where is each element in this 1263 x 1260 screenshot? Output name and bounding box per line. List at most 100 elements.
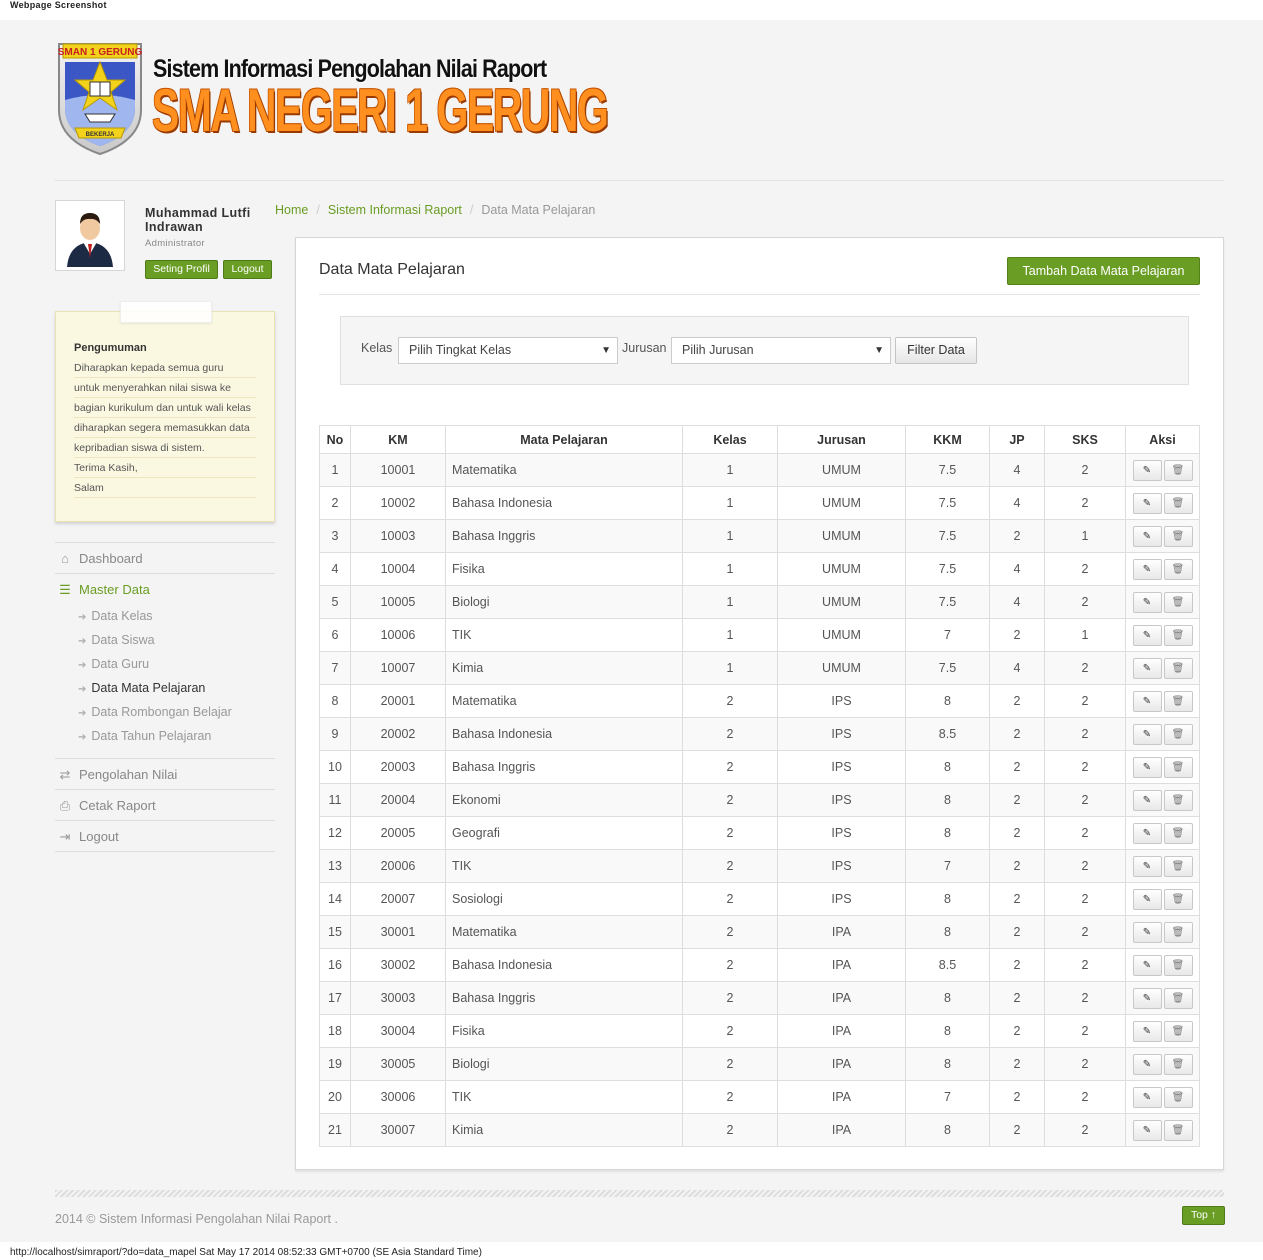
edit-button[interactable]: ✎ xyxy=(1132,591,1162,613)
edit-button[interactable]: ✎ xyxy=(1132,657,1162,679)
table-cell: 2 xyxy=(682,783,778,817)
sidebar-sub-data-guru[interactable]: ➔ Data Guru xyxy=(78,657,149,671)
sidebar-sub-data-tahun-pelajaran[interactable]: ➔ Data Tahun Pelajaran xyxy=(78,729,211,743)
edit-button[interactable]: ✎ xyxy=(1132,822,1162,844)
delete-button[interactable]: 🗑 xyxy=(1163,987,1193,1009)
trash-icon: 🗑 xyxy=(1171,464,1185,476)
jurusan-select[interactable]: Pilih Jurusan ▼ xyxy=(671,337,891,364)
capture-footer: http://localhost/simraport/?do=data_mape… xyxy=(0,1242,1263,1260)
table-cell: 8.5 xyxy=(905,948,990,982)
sidebar-item-pengolahan-nilai[interactable]: ⇄ Pengolahan Nilai xyxy=(55,758,275,789)
delete-button[interactable]: 🗑 xyxy=(1163,525,1193,547)
table-cell: Matematika xyxy=(445,453,683,487)
delete-button[interactable]: 🗑 xyxy=(1163,492,1193,514)
announcement-line: untuk menyerahkan nilai siswa ke xyxy=(74,378,256,398)
edit-button[interactable]: ✎ xyxy=(1132,492,1162,514)
delete-button[interactable]: 🗑 xyxy=(1163,657,1193,679)
sidebar-sub-data-rombongan-belajar[interactable]: ➔ Data Rombongan Belajar xyxy=(78,705,232,719)
table-cell: 8 xyxy=(905,816,990,850)
column-header[interactable]: KM xyxy=(350,425,446,454)
column-header[interactable]: SKS xyxy=(1044,425,1126,454)
edit-button[interactable]: ✎ xyxy=(1132,1119,1162,1141)
breadcrumb-section-link[interactable]: Sistem Informasi Raport xyxy=(328,203,462,217)
delete-button[interactable]: 🗑 xyxy=(1163,855,1193,877)
table-cell: 2 xyxy=(1044,1080,1126,1114)
setting-profile-button[interactable]: Seting Profil xyxy=(145,260,218,279)
filter-button[interactable]: Filter Data xyxy=(895,337,977,364)
profile-role: Administrator xyxy=(145,238,205,249)
edit-button[interactable]: ✎ xyxy=(1132,723,1162,745)
edit-button[interactable]: ✎ xyxy=(1132,525,1162,547)
edit-button[interactable]: ✎ xyxy=(1132,855,1162,877)
edit-button[interactable]: ✎ xyxy=(1132,888,1162,910)
sidebar-item-cetak-raport[interactable]: ⎙ Cetak Raport xyxy=(55,789,275,820)
edit-button[interactable]: ✎ xyxy=(1132,954,1162,976)
announcement-title: Pengumuman xyxy=(74,342,147,354)
sidebar-item-label: Logout xyxy=(79,829,119,844)
delete-button[interactable]: 🗑 xyxy=(1163,723,1193,745)
edit-button[interactable]: ✎ xyxy=(1132,756,1162,778)
column-header[interactable]: Mata Pelajaran xyxy=(445,425,683,454)
edit-button[interactable]: ✎ xyxy=(1132,459,1162,481)
edit-button[interactable]: ✎ xyxy=(1132,789,1162,811)
table-cell: IPA xyxy=(777,948,906,982)
delete-button[interactable]: 🗑 xyxy=(1163,591,1193,613)
delete-button[interactable]: 🗑 xyxy=(1163,789,1193,811)
delete-button[interactable]: 🗑 xyxy=(1163,624,1193,646)
table-cell: 7.5 xyxy=(905,651,990,685)
pencil-icon: ✎ xyxy=(1142,992,1152,1004)
delete-button[interactable]: 🗑 xyxy=(1163,558,1193,580)
column-header[interactable]: KKM xyxy=(905,425,990,454)
table-cell: 20001 xyxy=(350,684,446,718)
add-subject-button[interactable]: Tambah Data Mata Pelajaran xyxy=(1007,257,1200,285)
table-cell: TIK xyxy=(445,849,683,883)
delete-button[interactable]: 🗑 xyxy=(1163,921,1193,943)
footer-stripe xyxy=(55,1190,1224,1197)
edit-button[interactable]: ✎ xyxy=(1132,558,1162,580)
action-cell: ✎ 🗑 xyxy=(1125,849,1200,883)
back-to-top-button[interactable]: Top ↑ xyxy=(1182,1206,1225,1225)
column-header[interactable]: No xyxy=(319,425,351,454)
edit-button[interactable]: ✎ xyxy=(1132,1053,1162,1075)
edit-button[interactable]: ✎ xyxy=(1132,1086,1162,1108)
sidebar-item-dashboard[interactable]: ⌂ Dashboard xyxy=(55,542,275,573)
profile-logout-button[interactable]: Logout xyxy=(223,260,272,279)
delete-button[interactable]: 🗑 xyxy=(1163,1053,1193,1075)
delete-button[interactable]: 🗑 xyxy=(1163,1086,1193,1108)
delete-button[interactable]: 🗑 xyxy=(1163,1119,1193,1141)
action-cell: ✎ 🗑 xyxy=(1125,717,1200,751)
delete-button[interactable]: 🗑 xyxy=(1163,459,1193,481)
edit-button[interactable]: ✎ xyxy=(1132,1020,1162,1042)
sidebar-item-master-data[interactable]: ☰ Master Data xyxy=(55,573,275,604)
delete-button[interactable]: 🗑 xyxy=(1163,822,1193,844)
table-row: 20 30006 TIK 2 IPA 7 2 2 ✎ 🗑 xyxy=(319,1080,1200,1114)
table-cell: Bahasa Indonesia xyxy=(445,717,683,751)
edit-button[interactable]: ✎ xyxy=(1132,987,1162,1009)
delete-button[interactable]: 🗑 xyxy=(1163,1020,1193,1042)
delete-button[interactable]: 🗑 xyxy=(1163,888,1193,910)
table-cell: 2 xyxy=(1044,1047,1126,1081)
table-cell: 8 xyxy=(905,882,990,916)
column-header[interactable]: Jurusan xyxy=(777,425,906,454)
kelas-select[interactable]: Pilih Tingkat Kelas ▼ xyxy=(398,337,618,364)
delete-button[interactable]: 🗑 xyxy=(1163,954,1193,976)
table-cell: Bahasa Indonesia xyxy=(445,486,683,520)
sidebar-item-logout[interactable]: ⇥ Logout xyxy=(55,820,275,851)
delete-button[interactable]: 🗑 xyxy=(1163,690,1193,712)
delete-button[interactable]: 🗑 xyxy=(1163,756,1193,778)
column-header[interactable]: JP xyxy=(989,425,1045,454)
sidebar-sub-data-mata-pelajaran[interactable]: ➔ Data Mata Pelajaran xyxy=(78,681,205,695)
table-cell: 10006 xyxy=(350,618,446,652)
jurusan-select-value: Pilih Jurusan xyxy=(682,343,754,357)
breadcrumb-home-link[interactable]: Home xyxy=(275,203,308,217)
table-cell: 2 xyxy=(989,948,1045,982)
sidebar-sub-data-kelas[interactable]: ➔ Data Kelas xyxy=(78,609,153,623)
edit-button[interactable]: ✎ xyxy=(1132,690,1162,712)
column-header[interactable]: Kelas xyxy=(682,425,778,454)
table-cell: 2 xyxy=(989,849,1045,883)
edit-button[interactable]: ✎ xyxy=(1132,921,1162,943)
sidebar-sub-data-siswa[interactable]: ➔ Data Siswa xyxy=(78,633,155,647)
table-cell: 2 xyxy=(319,486,351,520)
capture-footer-label: http://localhost/simraport/?do=data_mape… xyxy=(10,1247,482,1258)
edit-button[interactable]: ✎ xyxy=(1132,624,1162,646)
